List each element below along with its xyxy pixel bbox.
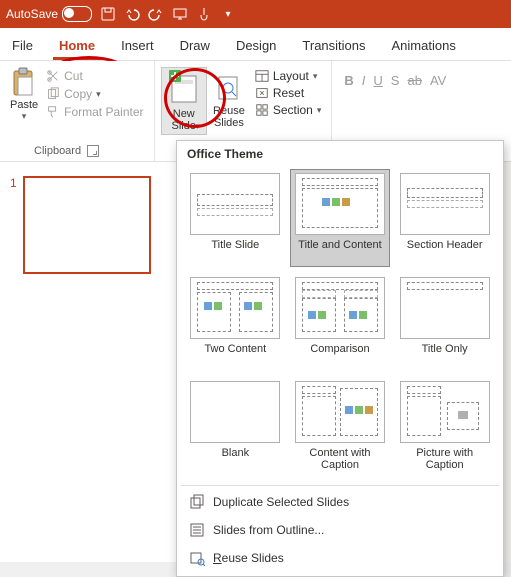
new-slide-dropdown: Office Theme Title Slide Title and Conte…: [176, 140, 504, 577]
paste-label: Paste: [10, 99, 38, 111]
slides-from-outline-item[interactable]: Slides from Outline...: [177, 516, 503, 544]
chevron-down-icon: ▾: [22, 111, 27, 122]
strike-button[interactable]: ab: [407, 73, 421, 88]
section-icon: [255, 103, 269, 117]
separator: [181, 485, 499, 486]
tab-home[interactable]: Home: [53, 32, 101, 60]
tab-insert[interactable]: Insert: [115, 32, 160, 60]
underline-button[interactable]: U: [373, 73, 382, 88]
tab-draw[interactable]: Draw: [174, 32, 216, 60]
layout-two-content[interactable]: Two Content: [185, 273, 286, 371]
save-icon[interactable]: [100, 6, 116, 22]
chevron-down-icon: ▾: [196, 121, 201, 132]
layout-section-header[interactable]: Section Header: [394, 169, 495, 267]
outline-icon: [189, 522, 205, 538]
layout-label: Layout: [273, 69, 309, 83]
reset-label: Reset: [273, 86, 304, 100]
layout-icon: [255, 69, 269, 83]
chevron-down-icon: ▾: [317, 105, 322, 116]
group-clipboard: Paste ▾ Cut Copy ▾ Format Painter Clipbo…: [0, 61, 155, 161]
new-slide-button[interactable]: New Slide ▾: [161, 67, 208, 135]
touch-icon[interactable]: [196, 6, 212, 22]
dropdown-header: Office Theme: [177, 141, 503, 165]
slide-thumbnail-1[interactable]: [23, 176, 151, 274]
dialog-launcher-icon[interactable]: [87, 145, 99, 157]
autosave-toggle[interactable]: AutoSave: [6, 6, 92, 22]
new-slide-icon: [169, 70, 199, 106]
overflow-icon[interactable]: ▾: [220, 6, 236, 22]
italic-button[interactable]: I: [362, 73, 366, 88]
shadow-button[interactable]: S: [391, 73, 400, 88]
tab-file[interactable]: File: [6, 32, 39, 60]
reuse-slides-label: Reuse Slides: [213, 105, 245, 129]
layout-gallery: Title Slide Title and Content Section He…: [177, 165, 503, 483]
titlebar: AutoSave ▾: [0, 0, 511, 28]
clipboard-group-label: Clipboard: [34, 143, 81, 159]
outline-label: Slides from Outline...: [213, 523, 324, 537]
tab-transitions[interactable]: Transitions: [296, 32, 371, 60]
format-painter-label: Format Painter: [64, 105, 143, 119]
slide-number: 1: [10, 176, 17, 274]
layout-title-content[interactable]: Title and Content: [290, 169, 391, 267]
paste-icon: [10, 67, 38, 99]
ribbon-tabs: File Home Insert Draw Design Transitions…: [0, 28, 511, 61]
bold-button[interactable]: B: [344, 73, 353, 88]
section-button[interactable]: Section ▾: [255, 103, 322, 117]
layout-blank[interactable]: Blank: [185, 377, 286, 475]
copy-icon: [46, 87, 60, 101]
reuse-slides-icon: [217, 69, 241, 105]
layout-comparison[interactable]: Comparison: [290, 273, 391, 371]
present-icon[interactable]: [172, 6, 188, 22]
scissors-icon: [46, 69, 60, 83]
cut-label: Cut: [64, 69, 83, 83]
section-label: Section: [273, 103, 313, 117]
layout-button[interactable]: Layout ▾: [255, 69, 322, 83]
format-painter-icon: [46, 105, 60, 119]
tab-design[interactable]: Design: [230, 32, 282, 60]
reuse-slides-item[interactable]: RReuse Slideseuse Slides: [177, 544, 503, 572]
chevron-down-icon: ▾: [313, 71, 318, 82]
layout-title-slide[interactable]: Title Slide: [185, 169, 286, 267]
layout-title-only[interactable]: Title Only: [394, 273, 495, 371]
slide-thumbnails-pane: 1: [0, 162, 191, 562]
layout-picture-caption[interactable]: Picture with Caption: [394, 377, 495, 475]
tab-animations[interactable]: Animations: [386, 32, 462, 60]
slides-commands: Layout ▾ Reset Section ▾: [251, 67, 326, 119]
duplicate-icon: [189, 494, 205, 510]
reuse-icon: [189, 550, 205, 566]
format-painter-button[interactable]: Format Painter: [46, 105, 143, 119]
char-spacing-button[interactable]: AV: [430, 73, 446, 88]
toggle-off-icon: [62, 6, 92, 22]
autosave-label: AutoSave: [6, 7, 58, 21]
duplicate-slides-item[interactable]: Duplicate Selected Slides: [177, 488, 503, 516]
copy-label: Copy: [64, 87, 92, 101]
new-slide-label: New Slide: [172, 108, 196, 132]
clipboard-small-cmds: Cut Copy ▾ Format Painter: [42, 65, 147, 119]
reuse-slides-button[interactable]: Reuse Slides: [207, 67, 251, 131]
copy-button[interactable]: Copy ▾: [46, 87, 143, 101]
reset-icon: [255, 86, 269, 100]
chevron-down-icon: ▾: [96, 89, 101, 100]
cut-button[interactable]: Cut: [46, 69, 143, 83]
reset-button[interactable]: Reset: [255, 86, 322, 100]
layout-content-caption[interactable]: Content with Caption: [290, 377, 391, 475]
duplicate-label: Duplicate Selected Slides: [213, 495, 349, 509]
redo-icon[interactable]: [148, 6, 164, 22]
undo-icon[interactable]: [124, 6, 140, 22]
paste-button[interactable]: Paste ▾: [6, 65, 42, 124]
reuse-label: RReuse Slideseuse Slides: [213, 551, 284, 565]
